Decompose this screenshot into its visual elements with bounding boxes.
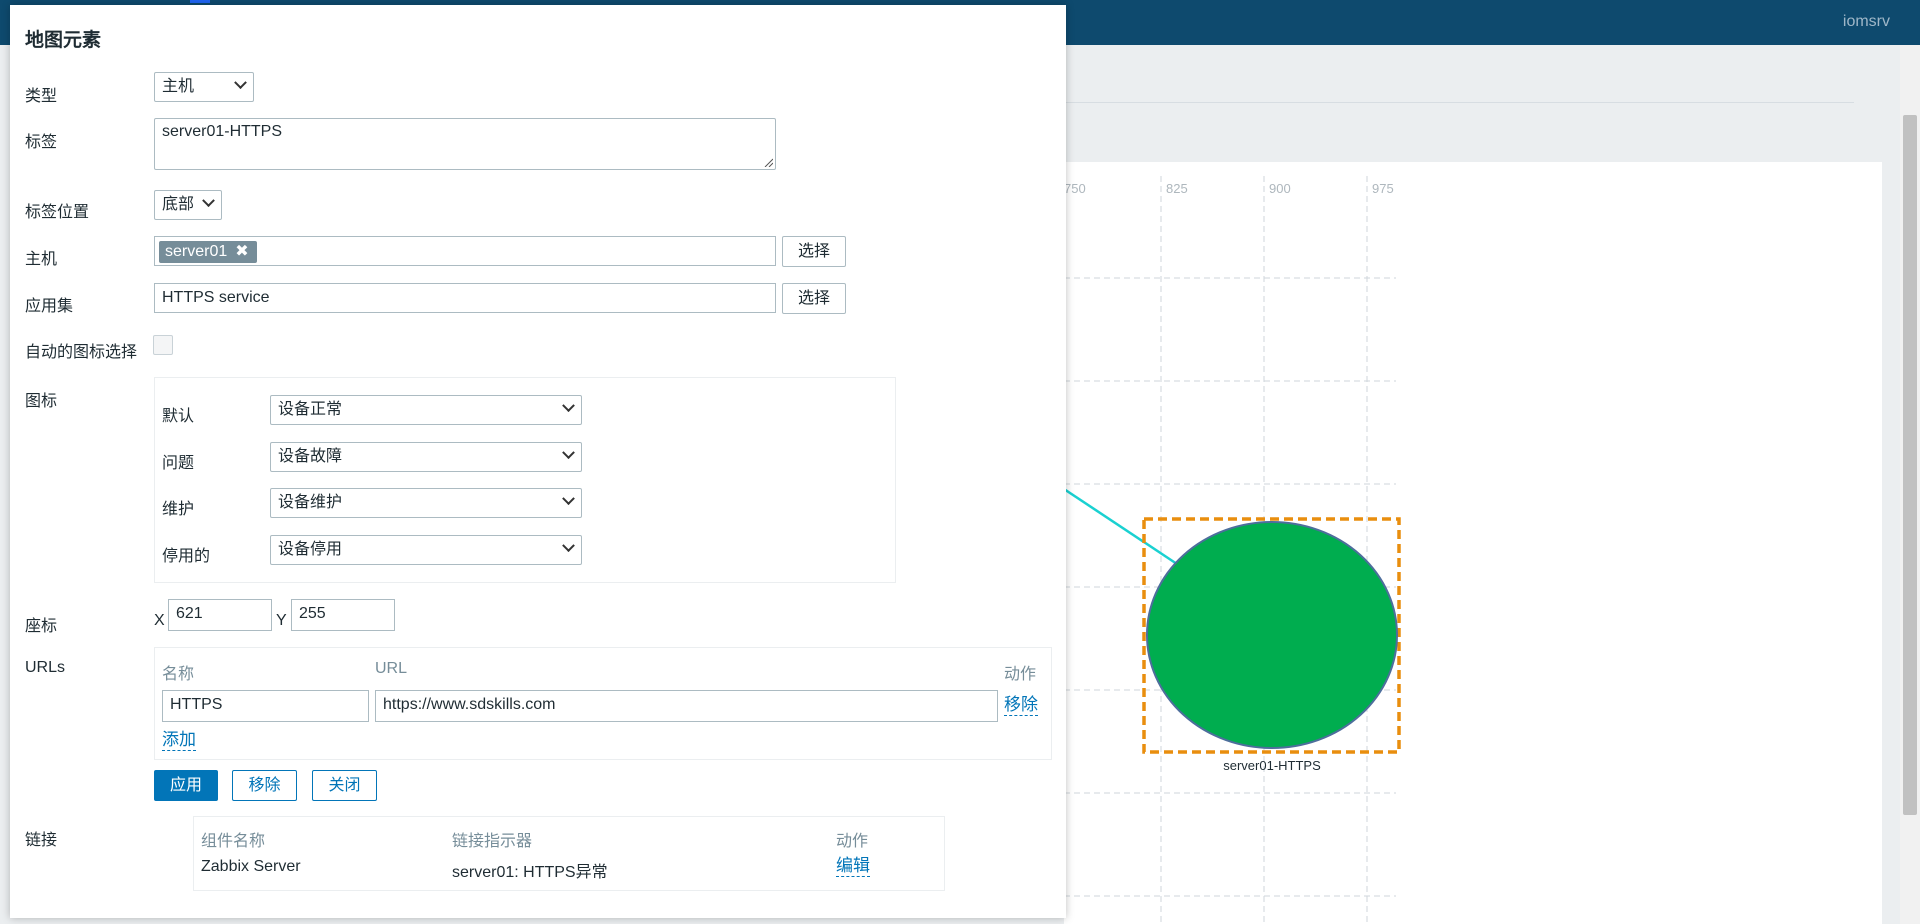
ruler-label: 750 bbox=[1064, 181, 1086, 196]
map-element-label: server01-HTTPS bbox=[1223, 758, 1321, 773]
icon-disabled-label: 停用的 bbox=[162, 548, 211, 565]
icon-disabled-value: 设备停用 bbox=[278, 541, 343, 558]
label-textarea-value: server01-HTTPS bbox=[162, 123, 283, 140]
links-label: 链接 bbox=[25, 832, 58, 849]
type-select[interactable]: 主机 bbox=[154, 72, 254, 102]
icon-maintenance-select[interactable]: 设备维护 bbox=[270, 488, 582, 518]
icon-default-select[interactable]: 设备正常 bbox=[270, 395, 582, 425]
icon-default-value: 设备正常 bbox=[278, 401, 343, 418]
dialog-title: 地图元素 bbox=[25, 30, 102, 51]
coordinates-label: 座标 bbox=[25, 618, 58, 635]
coord-x-value: 621 bbox=[176, 605, 203, 622]
links-box: 组件名称 链接指示器 动作 Zabbix Server server01: HT… bbox=[193, 816, 945, 891]
link-col-action: 动作 bbox=[836, 833, 869, 850]
host-chip: server01 ✖ bbox=[159, 241, 257, 263]
label-field-label: 标签 bbox=[25, 134, 58, 151]
auto-icon-checkbox[interactable] bbox=[153, 335, 173, 355]
url-input[interactable]: https://www.sdskills.com bbox=[375, 690, 998, 722]
application-select-button[interactable]: 选择 bbox=[782, 283, 846, 314]
url-col-url: URL bbox=[375, 660, 408, 677]
type-select-value: 主机 bbox=[162, 78, 195, 95]
link-edit-link[interactable]: 编辑 bbox=[836, 856, 870, 877]
coord-y-label: Y bbox=[276, 612, 287, 629]
resize-grip-icon[interactable] bbox=[763, 157, 773, 167]
divider bbox=[1064, 102, 1854, 103]
coord-y-value: 255 bbox=[299, 605, 326, 622]
application-label: 应用集 bbox=[25, 298, 74, 315]
icon-maintenance-value: 设备维护 bbox=[278, 494, 343, 511]
link-col-indicator: 链接指示器 bbox=[452, 833, 533, 850]
url-col-name: 名称 bbox=[162, 666, 195, 683]
url-name-input[interactable]: HTTPS bbox=[162, 690, 369, 722]
url-value: https://www.sdskills.com bbox=[383, 696, 556, 713]
label-textarea[interactable]: server01-HTTPS bbox=[154, 118, 776, 170]
close-icon[interactable]: ✖ bbox=[235, 241, 248, 263]
icon-default-label: 默认 bbox=[162, 408, 195, 425]
icon-maintenance-label: 维护 bbox=[162, 501, 195, 518]
label-position-label: 标签位置 bbox=[25, 204, 90, 221]
coord-y-input[interactable]: 255 bbox=[291, 599, 395, 631]
link-element-name: Zabbix Server bbox=[201, 858, 301, 875]
host-label: 主机 bbox=[25, 251, 58, 268]
link-col-element: 组件名称 bbox=[201, 833, 266, 850]
ruler-label: 975 bbox=[1372, 181, 1394, 196]
chevron-down-icon bbox=[234, 76, 247, 90]
icons-label: 图标 bbox=[25, 393, 58, 410]
icons-box: 默认 设备正常 问题 设备故障 维护 设备维护 停用的 设备停用 bbox=[154, 377, 896, 583]
map-link-line bbox=[1064, 487, 1178, 566]
host-chip-label: server01 bbox=[165, 243, 228, 260]
icon-problem-select[interactable]: 设备故障 bbox=[270, 442, 582, 472]
url-col-action: 动作 bbox=[1004, 666, 1037, 683]
url-name-value: HTTPS bbox=[170, 696, 223, 713]
chevron-down-icon bbox=[562, 446, 575, 460]
application-input[interactable]: HTTPS service bbox=[154, 283, 776, 313]
scrollbar[interactable] bbox=[1900, 45, 1920, 924]
url-add-link[interactable]: 添加 bbox=[162, 730, 196, 751]
icon-problem-value: 设备故障 bbox=[278, 448, 343, 465]
chevron-down-icon bbox=[562, 399, 575, 413]
url-remove-link[interactable]: 移除 bbox=[1004, 695, 1038, 716]
host-select-button[interactable]: 选择 bbox=[782, 236, 846, 267]
ruler-label: 825 bbox=[1166, 181, 1188, 196]
urls-label: URLs bbox=[25, 659, 66, 676]
remove-button[interactable]: 移除 bbox=[232, 770, 297, 801]
chevron-down-icon bbox=[202, 194, 215, 208]
ruler-label: 900 bbox=[1269, 181, 1291, 196]
urls-box: 名称 URL 动作 HTTPS https://www.sdskills.com… bbox=[154, 647, 1052, 760]
icon-disabled-select[interactable]: 设备停用 bbox=[270, 535, 582, 565]
scrollbar-thumb[interactable] bbox=[1903, 115, 1917, 815]
icon-problem-label: 问题 bbox=[162, 455, 195, 472]
map-canvas[interactable]: 750 825 900 975 server01-HTTPS bbox=[1064, 162, 1882, 924]
username-label[interactable]: iomsrv bbox=[1843, 13, 1890, 31]
close-button[interactable]: 关闭 bbox=[312, 770, 377, 801]
map-element-icon bbox=[1146, 521, 1398, 749]
coord-x-input[interactable]: 621 bbox=[168, 599, 272, 631]
auto-icon-label: 自动的图标选择 bbox=[25, 344, 138, 361]
link-indicator: server01: HTTPS异常 bbox=[452, 864, 608, 881]
chevron-down-icon bbox=[562, 539, 575, 553]
host-multiselect[interactable]: server01 ✖ bbox=[154, 236, 776, 266]
apply-button[interactable]: 应用 bbox=[154, 770, 218, 801]
application-input-value: HTTPS service bbox=[162, 289, 270, 306]
chevron-down-icon bbox=[562, 492, 575, 506]
map-svg: 750 825 900 975 server01-HTTPS bbox=[1064, 176, 1401, 924]
active-tab-indicator bbox=[190, 0, 210, 3]
map-element-dialog: 地图元素 类型 主机 标签 server01-HTTPS 标签位置 底部 主机 … bbox=[10, 5, 1066, 918]
coord-x-label: X bbox=[154, 612, 165, 629]
type-label: 类型 bbox=[25, 88, 58, 105]
label-position-select[interactable]: 底部 bbox=[154, 190, 222, 220]
label-position-value: 底部 bbox=[162, 196, 195, 213]
